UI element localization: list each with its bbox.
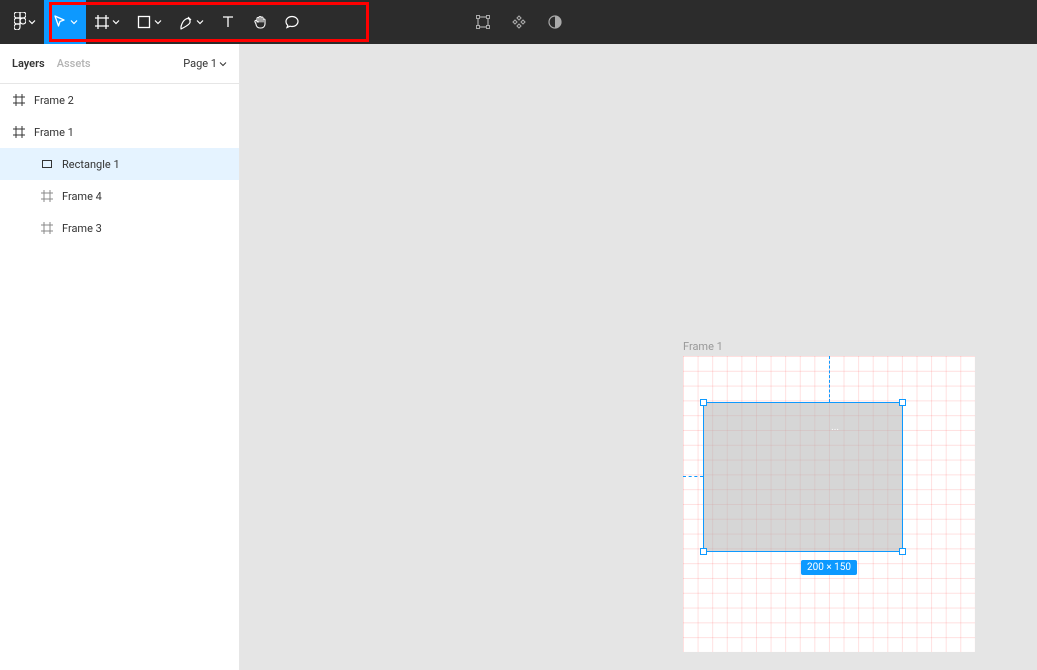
layer-row[interactable]: Frame 1	[0, 116, 239, 148]
layer-name: Frame 2	[34, 94, 74, 107]
comment-tool-button[interactable]	[276, 0, 308, 44]
frame-1[interactable]: 200 × 150	[683, 356, 975, 652]
toolbar	[0, 0, 1037, 44]
tools-group	[44, 0, 308, 44]
frame-tool-button[interactable]	[86, 0, 128, 44]
frame-icon	[40, 221, 54, 235]
page-selector[interactable]: Page 1	[183, 57, 227, 70]
chevron-down-icon	[154, 18, 162, 26]
layer-row[interactable]: Frame 4	[0, 180, 239, 212]
alignment-guide-vertical	[829, 356, 830, 402]
chevron-down-icon	[28, 18, 36, 26]
layer-name: Frame 4	[62, 190, 102, 203]
mask-button[interactable]	[541, 8, 569, 36]
left-sidebar: Layers Assets Page 1 Frame 2 Frame 1	[0, 44, 240, 670]
chevron-down-icon	[219, 60, 227, 68]
move-tool-button[interactable]	[44, 0, 86, 44]
main: Layers Assets Page 1 Frame 2 Frame 1	[0, 44, 1037, 670]
frame-label[interactable]: Frame 1	[683, 340, 723, 353]
canvas-marks: ...	[831, 422, 839, 434]
hand-tool-button[interactable]	[244, 0, 276, 44]
move-cursor-icon	[52, 14, 68, 30]
text-tool-button[interactable]	[212, 0, 244, 44]
component-icon	[511, 14, 527, 30]
tab-layers[interactable]: Layers	[12, 57, 45, 70]
resize-handle-br[interactable]	[899, 548, 906, 555]
chevron-down-icon	[112, 18, 120, 26]
hand-icon	[252, 14, 268, 30]
comment-icon	[284, 14, 300, 30]
rectangle-icon	[136, 14, 152, 30]
pen-icon	[178, 14, 194, 30]
layer-name: Frame 3	[62, 222, 102, 235]
chevron-down-icon	[196, 18, 204, 26]
sidebar-header: Layers Assets Page 1	[0, 44, 239, 84]
tab-assets[interactable]: Assets	[57, 57, 91, 70]
toolbar-center	[469, 8, 569, 36]
resize-icon	[475, 14, 491, 30]
chevron-down-icon	[70, 18, 78, 26]
resize-handle-tr[interactable]	[899, 399, 906, 406]
figma-logo-icon	[14, 12, 26, 33]
frame-icon	[12, 125, 26, 139]
layer-row[interactable]: Rectangle 1	[0, 148, 239, 180]
pen-tool-button[interactable]	[170, 0, 212, 44]
alignment-guide-horizontal	[683, 476, 703, 477]
canvas[interactable]: Frame 1 200 × 150 ...	[240, 44, 1037, 670]
layer-row[interactable]: Frame 2	[0, 84, 239, 116]
page-label: Page 1	[183, 57, 217, 70]
sidebar-tabs: Layers Assets	[12, 57, 91, 70]
figma-app: Layers Assets Page 1 Frame 2 Frame 1	[0, 0, 1037, 670]
mask-icon	[547, 14, 563, 30]
collab-button[interactable]	[469, 8, 497, 36]
layers-panel: Frame 2 Frame 1 Rectangle 1 Frame 4 Fram…	[0, 84, 239, 244]
selection-size-badge: 200 × 150	[801, 560, 857, 575]
layer-name: Frame 1	[34, 126, 74, 139]
shape-tool-button[interactable]	[128, 0, 170, 44]
figma-menu-button[interactable]	[8, 0, 42, 44]
rectangle-1[interactable]	[703, 402, 903, 552]
component-button[interactable]	[505, 8, 533, 36]
rectangle-icon	[40, 157, 54, 171]
layer-row[interactable]: Frame 3	[0, 212, 239, 244]
text-icon	[220, 14, 236, 30]
frame-icon	[94, 14, 110, 30]
frame-icon	[40, 189, 54, 203]
toolbar-left	[8, 0, 308, 44]
frame-icon	[12, 93, 26, 107]
resize-handle-bl[interactable]	[700, 548, 707, 555]
resize-handle-tl[interactable]	[700, 399, 707, 406]
layer-name: Rectangle 1	[62, 158, 120, 171]
